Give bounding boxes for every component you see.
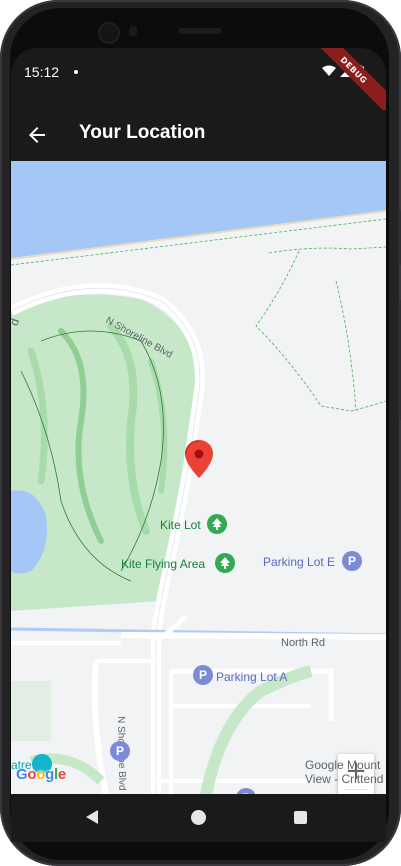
page-title: Your Location — [79, 122, 206, 143]
map-attribution: Google Mount View - Crittend — [305, 758, 384, 786]
system-nav-bar — [11, 794, 386, 842]
parking-icon[interactable]: P — [193, 665, 213, 685]
nav-back-icon[interactable] — [86, 810, 98, 824]
front-camera-icon — [98, 22, 120, 44]
map-label-parking-lot-e: Parking Lot E — [263, 555, 336, 569]
map-label-north-rd: North Rd — [281, 637, 326, 649]
map-view[interactable]: d N Shoreline Blvd N Shoreline Blvd Nort… — [11, 161, 386, 795]
app-bar: Your Location — [11, 110, 386, 160]
map-label-parking-lot-a: Parking Lot A — [216, 670, 288, 684]
map-label-kite-flying-area: Kite Flying Area — [121, 557, 206, 571]
sensor-icon — [129, 26, 137, 36]
wifi-icon — [322, 65, 336, 76]
tree-icon[interactable] — [215, 553, 235, 573]
status-time: 15:12 — [24, 64, 60, 80]
google-logo: Google — [16, 766, 66, 783]
map-base — [11, 161, 386, 795]
nav-home-icon[interactable] — [191, 810, 206, 825]
tree-icon[interactable] — [207, 514, 227, 534]
arrow-back-icon[interactable] — [25, 123, 49, 147]
parking-icon[interactable]: P — [342, 551, 362, 571]
notification-dot-icon — [74, 70, 78, 74]
map-label-kite-lot: Kite Lot — [160, 518, 201, 532]
nav-recents-icon[interactable] — [294, 811, 307, 824]
earpiece-speaker — [178, 28, 222, 34]
screen: 15:12 DEBUG Your Location d N Shoreline … — [11, 48, 386, 828]
parking-icon[interactable]: P — [110, 741, 130, 761]
map-pin-icon[interactable] — [185, 440, 213, 478]
